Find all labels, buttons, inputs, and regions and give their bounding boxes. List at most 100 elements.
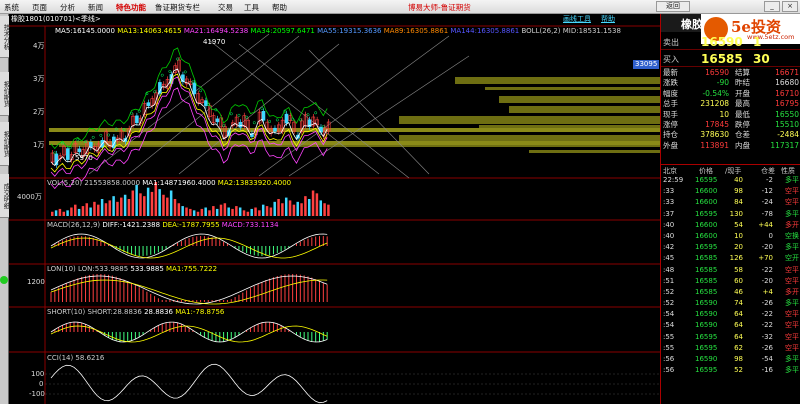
candle-body xyxy=(158,82,162,94)
tick-time: :33 xyxy=(663,187,675,196)
volume-bar xyxy=(242,210,246,216)
buy-row[interactable]: 买入 16585 30 xyxy=(661,50,800,67)
help-link[interactable]: 帮助 xyxy=(601,15,615,24)
tick-time: :52 xyxy=(663,287,675,296)
volume-bar xyxy=(189,208,192,216)
draw-tool-link[interactable]: 画线工具 xyxy=(563,15,591,24)
volume-bar xyxy=(227,207,230,216)
tick-oi-change: -12 xyxy=(761,187,773,196)
menu-item-5[interactable]: 鲁证期货专栏 xyxy=(155,2,200,13)
tab-quote-futures-2[interactable]: 报价期货 xyxy=(0,122,10,166)
tick-type: 空平 xyxy=(785,332,799,341)
tick-volume: 74 xyxy=(734,299,743,308)
main-legend: MA5:16145.0000 MA13:14063.4615 MA21:1649… xyxy=(55,27,621,36)
macd-legend-item-2: DEA:-1787.7955 xyxy=(162,221,222,229)
tick-oi-change: -20 xyxy=(761,276,773,285)
menu-item-2[interactable]: 分析 xyxy=(60,2,75,13)
stat-val-7a: 113891 xyxy=(700,140,729,150)
sar-dot xyxy=(275,118,279,122)
tick-price: 16585 xyxy=(695,276,718,285)
minimize-button[interactable]: _ xyxy=(764,1,780,12)
tick-volume: 126 xyxy=(729,254,743,263)
menu-item-3[interactable]: 新闻 xyxy=(88,2,103,13)
sar-dot xyxy=(252,121,256,125)
tab-technical-analysis[interactable]: 技术分析 xyxy=(0,16,10,58)
stat-key-5a: 涨停 xyxy=(663,119,678,129)
high-label: 41970 xyxy=(203,38,226,46)
volume-bar xyxy=(112,196,115,216)
candle-body xyxy=(89,141,93,148)
tick-oi-change: +44 xyxy=(758,220,773,229)
volume-bar xyxy=(204,207,207,216)
tick-oi-change: -78 xyxy=(761,209,773,218)
stat-val-5b: 15510 xyxy=(775,119,799,129)
low-label: 5970 xyxy=(75,154,93,162)
tick-row: :45 16585 126 +70 空开 xyxy=(661,253,800,264)
tick-price: 16590 xyxy=(695,355,718,363)
volume-bar xyxy=(258,210,261,216)
tick-row: :56 16595 52 -16 多平 xyxy=(661,365,800,376)
sar-dot xyxy=(199,89,203,93)
stat-val-7b: 117317 xyxy=(770,140,799,150)
stat-val-0a: 16590 xyxy=(705,68,729,77)
tick-volume: 98 xyxy=(734,355,743,363)
menu-item-8[interactable]: 帮助 xyxy=(272,2,287,13)
stat-key-7b: 内盘 xyxy=(735,140,750,150)
price-level-bar xyxy=(49,141,660,145)
menu-item-7[interactable]: 工具 xyxy=(244,2,259,13)
menu-item-1[interactable]: 页面 xyxy=(32,2,47,13)
volume-bar xyxy=(219,204,223,216)
price-level-bar xyxy=(485,87,660,90)
back-button[interactable]: 返回 xyxy=(656,1,690,12)
tick-volume: 84 xyxy=(734,198,743,207)
menu-item-6[interactable]: 交易 xyxy=(218,2,233,13)
tab-quote-futures-1[interactable]: 报价期货 xyxy=(0,72,10,116)
stat-key-3a: 总手 xyxy=(663,99,678,109)
stat-key-6a: 持仓 xyxy=(663,130,678,140)
tick-type: 空换 xyxy=(785,231,799,240)
volume-bar xyxy=(146,187,150,216)
tick-price: 16585 xyxy=(695,254,718,263)
tick-row: :54 16590 64 -22 空平 xyxy=(661,320,800,331)
tick-oi-change: -22 xyxy=(761,265,773,274)
tick-oi-change: +70 xyxy=(758,254,773,263)
volume-bar xyxy=(269,207,273,216)
price-level-bar xyxy=(509,106,660,113)
tick-list[interactable]: 22:59 16595 40 -2 多平:33 16600 98 -12 空平:33 16600 8… xyxy=(661,175,800,376)
tick-price: 16590 xyxy=(695,321,718,330)
tick-row: :54 16590 64 -22 空平 xyxy=(661,309,800,320)
menu-item-0[interactable]: 系统 xyxy=(4,2,19,13)
vol-legend-item-0: VOL(5,20) 21553858.0000 xyxy=(47,179,143,187)
tick-time: :56 xyxy=(663,366,675,375)
close-button[interactable]: × xyxy=(782,1,798,12)
tick-row: :55 16595 62 -26 空平 xyxy=(661,343,800,354)
y-tick-4w: 4万 xyxy=(33,42,45,50)
buy-label: 买入 xyxy=(663,55,679,64)
volume-bar xyxy=(169,190,173,216)
volume-y-label: 4000万 xyxy=(17,193,42,201)
stat-val-3b: 16795 xyxy=(775,99,799,109)
chart-area[interactable]: 橡胶1801(010701)<季线> 画线工具 帮助 MA5:16145.000… xyxy=(9,14,660,404)
stat-row-6: 持仓 378630 仓差 -2484 xyxy=(661,130,800,140)
volume-bar xyxy=(66,210,69,216)
tick-time: :37 xyxy=(663,209,675,218)
trend-line xyxy=(308,49,430,175)
sell-row[interactable]: 卖出 16590 1 xyxy=(661,33,800,50)
chart-canvas[interactable] xyxy=(9,14,660,404)
volume-bar xyxy=(284,197,288,216)
tick-time: :42 xyxy=(663,243,675,252)
tab-trade-detail[interactable]: 成交明细 xyxy=(0,174,10,218)
stat-key-0a: 最新 xyxy=(663,68,678,77)
tick-oi-change: -26 xyxy=(761,343,773,352)
price-level-bar xyxy=(399,116,660,124)
menu-bar: 系统 页面 分析 新闻 特色功能 鲁证期货专栏 交易 工具 帮助 博易大师-鲁证期货 返回 _ … xyxy=(0,0,800,14)
menu-item-4[interactable]: 特色功能 xyxy=(116,2,146,13)
sar-dot xyxy=(76,138,80,142)
tick-type: 多平 xyxy=(785,355,799,363)
tick-row: :40 16600 10 0 空换 xyxy=(661,231,800,242)
tick-price: 16595 xyxy=(695,176,718,184)
volume-bar xyxy=(296,201,299,216)
volume-bar xyxy=(185,207,188,216)
candle-body xyxy=(192,82,197,95)
volume-bar xyxy=(131,190,135,216)
